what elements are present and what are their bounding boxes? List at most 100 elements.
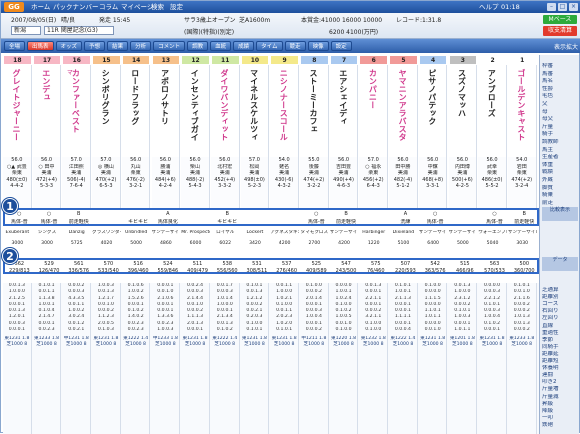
past-race-block[interactable]: 東1222 1.4 芝1000 8 <box>389 336 417 347</box>
row-label: 体重 <box>542 161 554 168</box>
race-info-bar: 2007/08/05(日) 晴/良 発走 15:45 サラ3歳上オープン 芝A1… <box>1 13 580 39</box>
past-race-block[interactable]: 中1211 1.8 芝1000 8 <box>300 336 328 347</box>
horse-name-cell[interactable]: ゴールデンキャスト <box>507 65 537 157</box>
annotation2-cell: 507 <box>400 261 411 267</box>
horse-name[interactable]: カンパニー <box>368 69 377 109</box>
horse-name[interactable]: シンボリグラン <box>101 69 110 125</box>
horse-name[interactable]: ニシノナースコール <box>279 69 288 141</box>
past-race-block[interactable]: 東1231 1.8 芝1000 8 <box>478 336 506 347</box>
horse-name-cell[interactable]: アンブローズ <box>478 65 507 157</box>
past-race-block[interactable]: 東1231 1.8 芝1000 8 <box>270 336 298 347</box>
past-race-block[interactable]: 東1231 1.8 芝1000 8 <box>419 336 447 347</box>
horse-name-cell[interactable]: グレイトジャーニー <box>3 65 32 157</box>
horse-name-cell[interactable]: ニシノナースコール <box>270 65 299 157</box>
horse-name[interactable]: アポロノサトリ <box>161 69 170 125</box>
tab-race-card[interactable]: 出馬表 <box>27 41 54 51</box>
tab-training[interactable]: 調教 <box>187 41 209 51</box>
annotation2-cell: 363/576 <box>424 268 446 274</box>
past-race-block[interactable]: 東1232 1.8 芝1000 8 <box>359 336 387 347</box>
past-race-block[interactable]: 東1220 1.8 芝1000 8 <box>330 336 358 347</box>
horse-stats: 56.0 吉田豊 美浦 490(+4) 4-6-3 <box>329 157 359 209</box>
horse-stats: 56.0 内田博 美浦 500(+6) 4-2-5 <box>448 157 478 209</box>
horse-name[interactable]: エンデュ <box>42 69 51 101</box>
menu-search[interactable]: 検索 <box>151 1 164 13</box>
menu-help[interactable]: ヘルプ <box>479 1 499 13</box>
horse-name-cell[interactable]: インセンティブガイ <box>181 65 210 157</box>
horse-name-cell[interactable]: エンデュ <box>32 65 62 157</box>
menu-mypage[interactable]: マイページ <box>121 1 153 13</box>
minimize-icon[interactable]: – <box>547 3 556 11</box>
horse-name-cell[interactable]: ピサノパテック <box>418 65 448 157</box>
horse-name-cell[interactable]: アポロノサトリ <box>151 65 181 157</box>
m-base-button[interactable]: Mベース <box>543 15 577 24</box>
venue-select[interactable]: 新潟 <box>11 26 41 35</box>
tab-race[interactable]: 競走 <box>284 41 306 51</box>
horse-name-cell[interactable]: ダイワバンディット <box>210 65 240 157</box>
settle-button[interactable]: 収支清算 <box>543 26 577 36</box>
past-race-block[interactable]: 東1231 1.8 芝1000 8 <box>92 336 120 347</box>
past-race-block[interactable]: 中1231 1.8 芝1000 8 <box>62 336 90 347</box>
horse-name-cell[interactable]: ロードフラッグ <box>121 65 151 157</box>
annotation1-cell: 馬体-普 <box>307 219 325 225</box>
past-race-block[interactable]: 東1233 1.8 芝1000 8 <box>33 336 61 347</box>
horse-name-cell[interactable]: カンパニー <box>359 65 389 157</box>
compare-select[interactable]: 比較表示 <box>542 207 578 221</box>
past-race-block[interactable]: 東1233 1.8 芝1000 8 <box>508 336 536 347</box>
race-course: 芝A1600m <box>239 17 271 24</box>
horse-name-cell[interactable]: マイネルスケルツィ <box>240 65 270 157</box>
tab-all[interactable]: 全場 <box>4 41 26 51</box>
data-select[interactable]: データ <box>542 257 578 271</box>
annotation2-cell: 409/589 <box>305 268 327 274</box>
past-race-block[interactable]: 東1231 1.8 芝1000 8 <box>181 336 209 347</box>
tab-pedigree[interactable]: 血統 <box>210 41 232 51</box>
tab-analysis[interactable]: 分析 <box>130 41 152 51</box>
tab-odds[interactable]: オッズ <box>55 41 83 51</box>
horse-name-cell[interactable]: エアシェイディ <box>329 65 359 157</box>
past-race-block[interactable]: 東1231 1.8 芝1000 8 <box>241 336 269 347</box>
horse-name[interactable]: ストーミーカフェ <box>309 69 318 133</box>
past-race-block[interactable]: 東1231 1.8 芝1000 8 <box>3 336 31 347</box>
horse-name-cell[interactable]: スズノマッハ <box>448 65 478 157</box>
horse-name[interactable]: インセンティブガイ <box>190 69 199 141</box>
menu-settings[interactable]: 設定 <box>170 1 183 13</box>
past-race-block[interactable]: 東1222 1.4 芝1000 8 <box>122 336 150 347</box>
horse-name[interactable]: スズノマッハ <box>458 69 467 117</box>
horse-name-cell[interactable]: カンファーベストマ <box>62 65 92 157</box>
horse-name-cell[interactable]: ストーミーカフェ <box>300 65 329 157</box>
race-select[interactable]: 11R 関屋記念(G3) <box>44 26 114 35</box>
past-race-block[interactable]: 中1233 1.8 芝1000 8 <box>152 336 180 347</box>
horse-name[interactable]: エアシェイディ <box>339 69 348 125</box>
annotation2-cell: 556/560 <box>216 268 238 274</box>
tab-record[interactable]: 成績 <box>233 41 255 51</box>
horse-name[interactable]: ダイワバンディット <box>220 69 229 141</box>
horse-name[interactable]: ヤマニンアラバスタ <box>398 69 407 141</box>
horse-name-cell[interactable]: ヤマニンアラバスタ <box>389 65 418 157</box>
tab-result[interactable]: 結果 <box>107 41 129 51</box>
tab-prediction[interactable]: 予想 <box>84 41 106 51</box>
horse-name[interactable]: グレイトジャーニー <box>12 69 21 141</box>
app-logo: GG <box>4 2 24 12</box>
race-conditions: (国際)(特指)(別定) <box>184 29 235 36</box>
lower-data-column: 0.0.2.4 0.0.0.3 2.1.4.4 0.0.1.0 0.0.0.2 1.1.1… <box>181 283 210 434</box>
zoom-toggle[interactable]: 表示拡大 <box>554 42 578 51</box>
record-cell: 0.0.0.1 <box>186 327 204 333</box>
menu-home[interactable]: ホーム <box>31 1 50 13</box>
close-icon[interactable]: × <box>569 3 578 11</box>
horse-name[interactable]: ゴールデンキャスト <box>517 69 526 141</box>
horse-name-cell[interactable]: シンボリグラン <box>92 65 121 157</box>
horse-name[interactable]: ロードフラッグ <box>131 69 140 125</box>
menu-backnumber[interactable]: パックナンバー <box>53 1 99 13</box>
past-race-block[interactable]: 東1201 1.8 芝1000 8 <box>449 336 477 347</box>
row-label: 左回り <box>542 315 559 322</box>
tab-video[interactable]: 映像 <box>307 41 329 51</box>
tab-comment[interactable]: コメント <box>153 41 186 51</box>
tab-setup[interactable]: 設定 <box>330 41 352 51</box>
menu-column[interactable]: コラム <box>99 1 118 13</box>
past-race-block[interactable]: 東1222 1.4 芝1000 8 <box>211 336 239 347</box>
maximize-icon[interactable]: □ <box>558 3 567 11</box>
horse-name[interactable]: マイネルスケルツィ <box>250 69 259 141</box>
horse-name[interactable]: ピサノパテック <box>428 69 437 125</box>
horse-name[interactable]: カンファーベスト <box>71 69 80 133</box>
tab-time[interactable]: タイム <box>256 41 283 51</box>
horse-name[interactable]: アンブローズ <box>487 69 496 117</box>
